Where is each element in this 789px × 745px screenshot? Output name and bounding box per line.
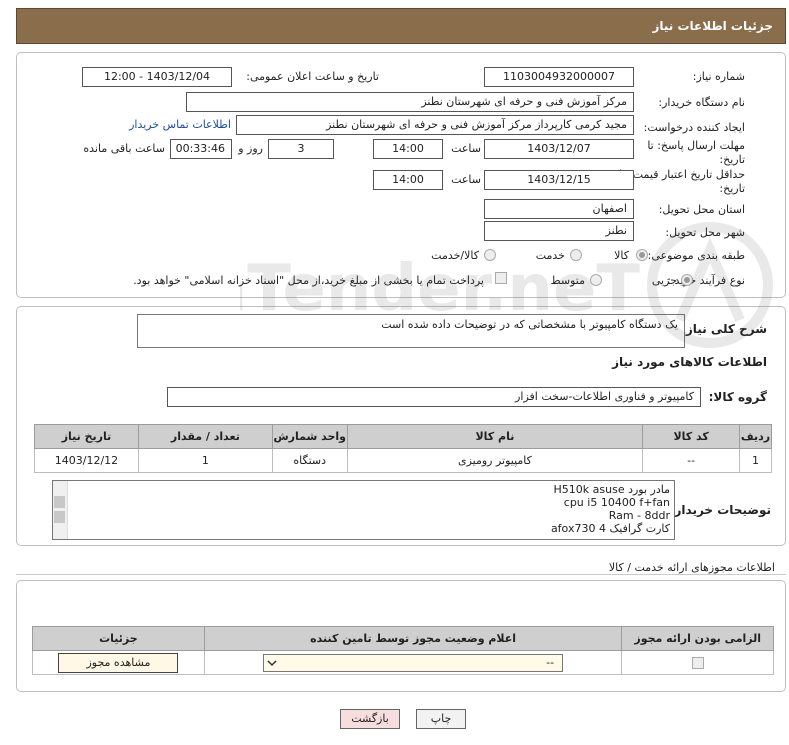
category-radio-service[interactable] [570,249,582,261]
col-name: نام کالا [346,424,644,449]
city-field: نطنز [484,221,634,241]
buyer-org-field: مرکز آموزش فنی و حرفه ای شهرستان نطنز [186,92,634,112]
cell-row: 1 [739,448,772,473]
remaining-time-label: ساعت باقی مانده [83,142,165,155]
table-row: -- مشاهده مجوز [32,650,774,675]
col-row: ردیف [739,424,772,449]
cell-permit-status: -- [203,650,623,675]
validity-label-2: تاریخ: [719,182,745,195]
back-button[interactable]: بازگشت [340,709,400,729]
deadline-label: مهلت ارسال پاسخ: تا [647,139,745,152]
col-permit-status: اعلام وضعیت مجوز توسط تامین کننده [203,626,623,651]
view-permit-button[interactable]: مشاهده مجوز [58,652,179,673]
announce-label: تاریخ و ساعت اعلان عمومی: [246,70,379,83]
cell-unit: دستگاه [271,448,348,473]
description-label: شرح کلی نیاز: [681,322,767,336]
cell-date: 1403/12/12 [34,448,139,473]
purchase-option-medium: متوسط [550,274,585,287]
col-permit-required: الزامی بودن ارائه مجوز [621,626,774,651]
requester-field: مجید کرمی کارپرداز مرکز آموزش فنی و حرفه… [236,115,634,135]
deadline-time-label: ساعت [451,142,481,155]
purchase-radio-medium[interactable] [590,274,602,286]
page-title: جزئیات اطلاعات نیاز [16,8,786,44]
buyer-note-line: مادر بورد H510k asuse [553,483,670,496]
category-option-service: خدمت [535,249,565,262]
category-option-both: کالا/خدمت [431,249,479,262]
deadline-date-field: 1403/12/07 [484,139,634,159]
col-qty: تعداد / مقدار [137,424,273,449]
validity-label: حداقل تاریخ اعتبار قیمت: تا [619,168,745,181]
cell-qty: 1 [137,448,273,473]
goods-group-label: گروه کالا: [708,390,767,404]
description-text: یک دستگاه کامپیوتر با مشخصاتی که در توضی… [381,318,678,331]
goods-table: ردیف کد کالا نام کالا واحد شمارش تعداد /… [34,424,772,473]
buyer-org-label: نام دستگاه خریدار: [658,96,745,109]
permit-required-checkbox[interactable] [691,657,704,669]
contact-buyer-link[interactable]: اطلاعات تماس خریدار [129,118,231,131]
province-field: اصفهان [484,199,634,219]
goods-section-title: اطلاعات کالاهای مورد نیاز [612,355,767,369]
days-field: 3 [268,139,334,159]
chevron-down-icon [267,655,277,676]
cell-permit-required [621,650,774,675]
announce-field: 1403/12/04 - 12:00 [82,67,232,87]
buyer-notes-label: توضیحات خریدار: [669,503,771,517]
buyer-notes-textarea[interactable]: مادر بورد H510k asuse cpu i5 10400 f+fan… [52,480,675,540]
cell-code: -- [642,448,741,473]
requester-label: ایجاد کننده درخواست: [643,121,745,134]
permits-section-title: اطلاعات مجوزهای ارائه خدمت / کالا [608,561,775,574]
province-label: استان محل تحویل: [658,203,745,216]
goods-group-field: کامپیوتر و فناوری اطلاعات-سخت افزار [167,387,701,407]
validity-date-field: 1403/12/15 [484,170,634,190]
purchase-radio-minor[interactable] [681,274,693,286]
buyer-note-line: cpu i5 10400 f+fan [563,496,670,509]
table-row: 1 -- کامپیوتر رومیزی دستگاه 1 1403/12/12 [34,448,772,473]
permits-table-header: الزامی بودن ارائه مجوز اعلام وضعیت مجوز … [32,626,774,651]
col-permit-details: جزئیات [32,626,205,651]
col-unit: واحد شمارش [271,424,348,449]
col-code: کد کالا [642,424,741,449]
city-label: شهر محل تحویل: [665,226,745,239]
buyer-note-line: Ram - 8ddr [608,509,670,522]
treasury-note: پرداخت تمام یا بخشی از مبلغ خرید،از محل … [133,274,484,287]
category-option-goods: کالا [614,249,629,262]
category-radio-goods[interactable] [636,249,648,261]
deadline-time-field: 14:00 [373,139,443,159]
treasury-checkbox[interactable] [495,272,507,284]
cell-name: کامپیوتر رومیزی [346,448,644,473]
goods-table-header: ردیف کد کالا نام کالا واحد شمارش تعداد /… [34,424,772,449]
need-number-field: 1103004932000007 [484,67,634,87]
permit-status-select[interactable]: -- [263,653,564,672]
permit-status-value: -- [546,655,555,669]
permits-divider [16,574,786,575]
description-textarea[interactable]: یک دستگاه کامپیوتر با مشخصاتی که در توضی… [137,314,685,348]
deadline-label-2: تاریخ: [719,153,745,166]
remaining-time-field: 00:33:46 [170,139,232,159]
permits-table: الزامی بودن ارائه مجوز اعلام وضعیت مجوز … [32,626,774,675]
buyer-note-line: کارت گرافیک afox730 4 [550,522,670,535]
purchase-option-minor: جزیی [651,274,677,287]
purchase-type-label: نوع فرآیند خرید : [667,274,745,287]
category-radio-both[interactable] [484,249,496,261]
cell-permit-details: مشاهده مجوز [32,650,205,675]
print-button[interactable]: چاپ [416,709,466,729]
days-label: روز و [238,142,263,155]
validity-time-label: ساعت [451,173,481,186]
need-number-label: شماره نیاز: [692,70,745,83]
col-date: تاریخ نیاز [34,424,139,449]
validity-time-field: 14:00 [373,170,443,190]
buyer-notes-scrollbar[interactable] [53,481,68,539]
category-label: طبقه بندی موضوعی: [647,249,745,262]
